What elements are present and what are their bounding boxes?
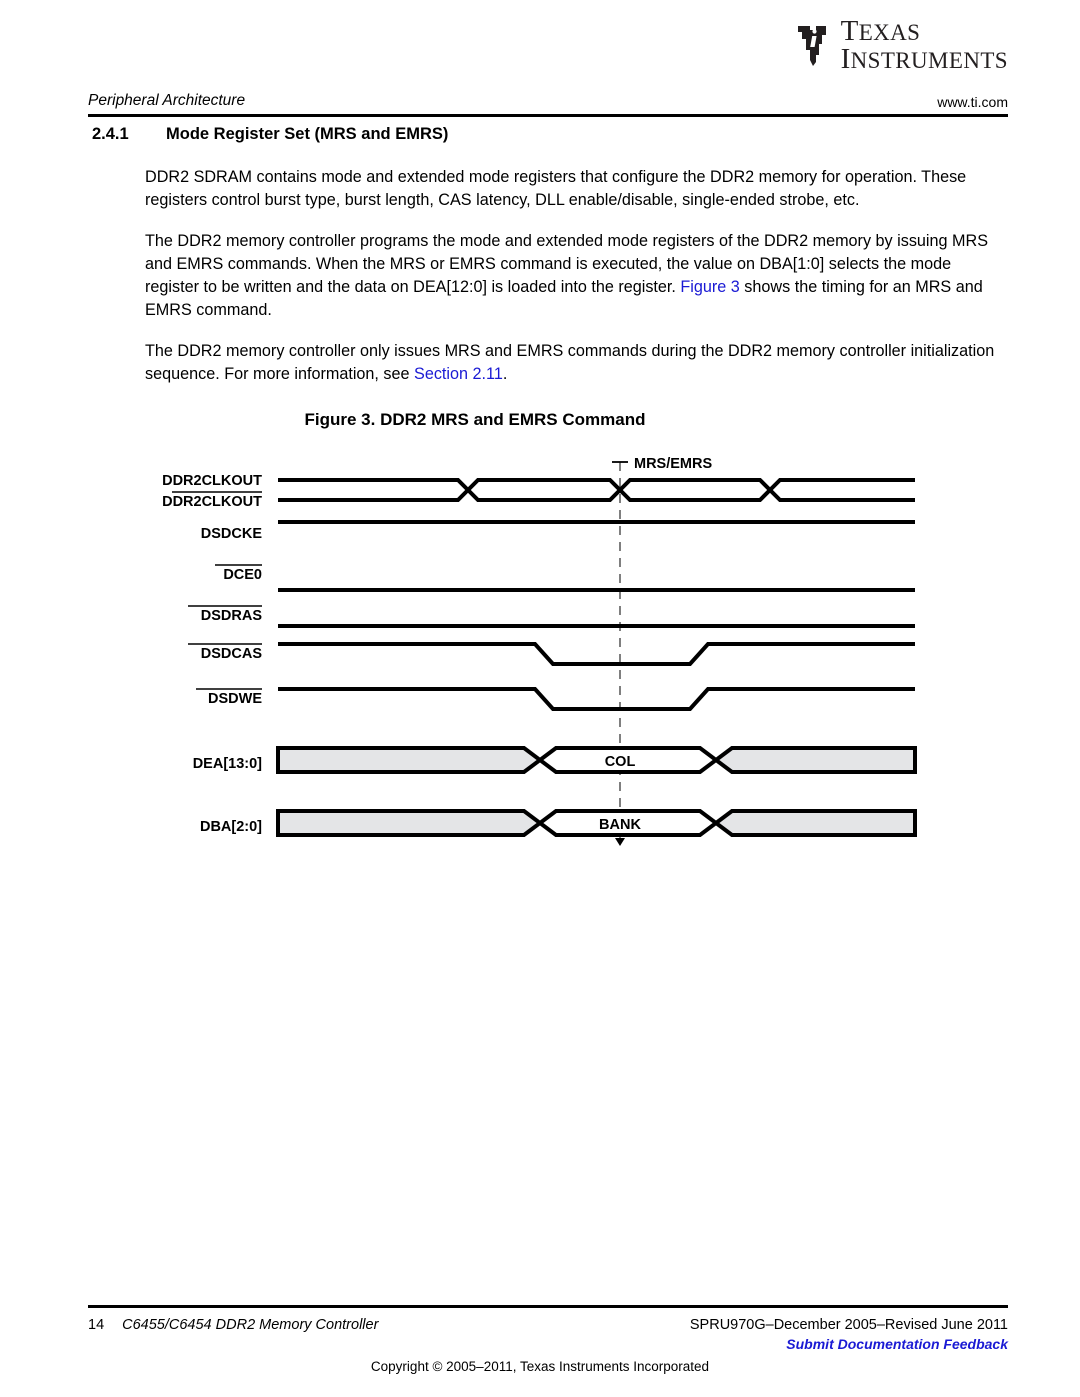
footer-document-title: C6455/C6454 DDR2 Memory Controller bbox=[122, 1317, 379, 1333]
page-header: Texas Instruments Peripheral Architectur… bbox=[0, 0, 1080, 120]
signal-label-dsdcas: DSDCAS bbox=[201, 646, 263, 662]
section-2-11-link[interactable]: Section 2.11 bbox=[414, 365, 503, 383]
signal-label-dba: DBA[2:0] bbox=[200, 819, 262, 835]
page-footer: 14 C6455/C6454 DDR2 Memory Controller SP… bbox=[0, 1287, 1080, 1397]
bus-dea-dontcare-left bbox=[276, 746, 544, 774]
signal-label-dsdwe: DSDWE bbox=[208, 691, 262, 707]
section-heading: 2.4.1 Mode Register Set (MRS and EMRS) bbox=[92, 125, 1080, 144]
footer-divider bbox=[88, 1305, 1008, 1308]
waveform-dsdwe bbox=[278, 687, 915, 711]
header-url[interactable]: www.ti.com bbox=[937, 94, 1008, 110]
footer-document-id: SPRU970G–December 2005–Revised June 2011 bbox=[689, 1317, 1008, 1333]
figure-caption: Figure 3. DDR2 MRS and EMRS Command bbox=[304, 410, 646, 429]
waveform-dsdcas bbox=[278, 642, 915, 666]
paragraph-2: The DDR2 memory controller programs the … bbox=[145, 230, 1002, 322]
section-number: 2.4.1 bbox=[92, 125, 129, 143]
waveform-ddr2clkout bbox=[278, 478, 915, 502]
bus-dba: BANK bbox=[276, 809, 917, 837]
copyright-notice: Copyright © 2005–2011, Texas Instruments… bbox=[370, 1359, 710, 1374]
bus-dba-value: BANK bbox=[599, 817, 641, 833]
signal-label-dsdcke: DSDCKE bbox=[201, 526, 263, 542]
waveforms bbox=[278, 478, 915, 711]
texas-instruments-logo-icon bbox=[797, 25, 826, 66]
header-divider bbox=[88, 114, 1008, 117]
timing-diagram-svg: DDR2CLKOUT DDR2CLKOUT DSDCKE DCE0 DSDRAS… bbox=[162, 456, 917, 846]
bus-dba-dontcare-left bbox=[276, 809, 544, 837]
signal-label-dea: DEA[13:0] bbox=[193, 756, 262, 772]
bus-dea-value: COL bbox=[605, 754, 636, 770]
signal-labels: DDR2CLKOUT DDR2CLKOUT DSDCKE DCE0 DSDRAS… bbox=[162, 473, 262, 835]
paragraph-3: The DDR2 memory controller only issues M… bbox=[145, 340, 1002, 386]
page-number: 14 bbox=[88, 1317, 105, 1333]
figure-3-link[interactable]: Figure 3 bbox=[680, 278, 739, 296]
signal-label-ddr2clkout-n: DDR2CLKOUT bbox=[162, 494, 262, 510]
waveform-ddr2clkout-n bbox=[278, 478, 915, 502]
header-section-title: Peripheral Architecture bbox=[88, 92, 246, 109]
signal-label-ddr2clkout: DDR2CLKOUT bbox=[162, 473, 262, 489]
signal-label-dce0: DCE0 bbox=[223, 567, 262, 583]
logo-text-instruments: Instruments bbox=[840, 42, 1008, 75]
section-title: Mode Register Set (MRS and EMRS) bbox=[166, 125, 449, 143]
submit-feedback-link[interactable]: Submit Documentation Feedback bbox=[690, 1336, 1008, 1352]
bus-dea: COL bbox=[276, 746, 917, 774]
logo-text-texas: Texas bbox=[840, 15, 921, 47]
ti-logo: Texas Instruments bbox=[796, 18, 1008, 74]
paragraph-3-text-a: The DDR2 memory controller only issues M… bbox=[145, 342, 995, 383]
bus-dba-dontcare-right bbox=[712, 809, 917, 837]
page-content: 2.4.1 Mode Register Set (MRS and EMRS) D… bbox=[0, 125, 1080, 848]
sample-point-arrow-icon bbox=[615, 838, 625, 846]
bus-dea-dontcare-right bbox=[712, 746, 917, 774]
paragraph-1: DDR2 SDRAM contains mode and extended mo… bbox=[145, 168, 967, 209]
paragraph-3-text-b: . bbox=[502, 365, 508, 383]
mrs-emrs-marker: MRS/EMRS bbox=[612, 456, 712, 838]
timing-diagram: DDR2CLKOUT DDR2CLKOUT DSDCKE DCE0 DSDRAS… bbox=[0, 448, 1080, 848]
signal-label-dsdras: DSDRAS bbox=[201, 608, 263, 624]
marker-label: MRS/EMRS bbox=[634, 456, 712, 472]
